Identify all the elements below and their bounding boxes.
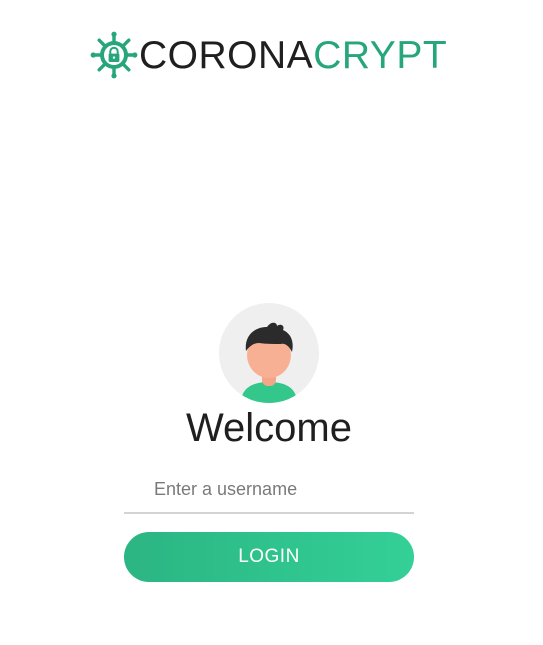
virus-lock-icon [90,31,138,79]
welcome-heading: Welcome [186,406,352,450]
user-avatar-icon [241,322,297,403]
login-button[interactable]: LOGIN [124,532,414,582]
username-input[interactable] [124,466,414,514]
user-avatar [219,303,319,403]
brand-name-part2: CRYPT [313,33,448,77]
brand-logo: CORONACRYPT [90,30,447,80]
brand-name-part1: CORONA [139,33,314,77]
brand-name: CORONACRYPT [139,36,447,75]
